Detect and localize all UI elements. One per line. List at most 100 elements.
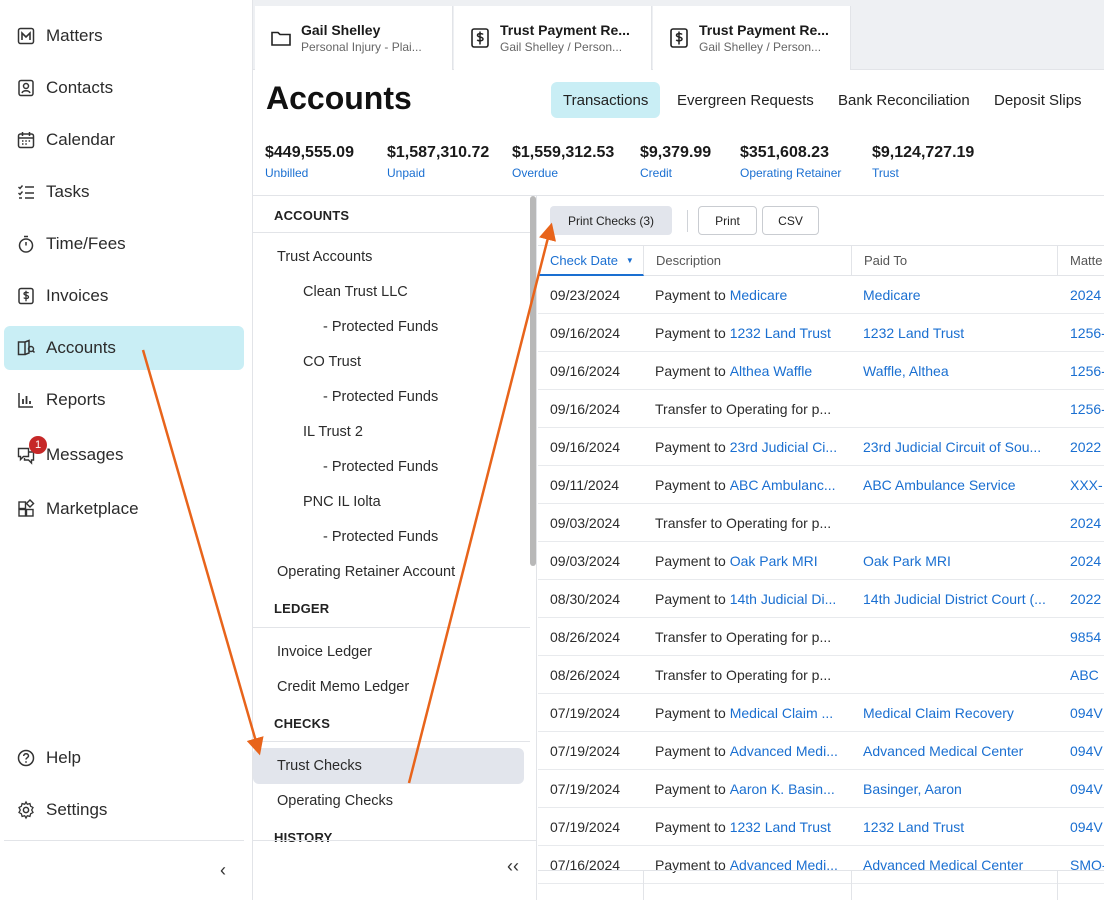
- cell-matter[interactable]: 094V: [1058, 732, 1104, 770]
- payee-link[interactable]: ABC Ambulanc...: [730, 477, 836, 493]
- summary-label[interactable]: Unpaid: [387, 166, 489, 180]
- cell-paid-to[interactable]: 1232 Land Trust: [851, 808, 1057, 846]
- print-checks-button[interactable]: Print Checks (3): [550, 206, 672, 235]
- credit-memo-ledger[interactable]: Credit Memo Ledger: [277, 679, 409, 695]
- column-header-description[interactable]: Description: [644, 245, 852, 276]
- trust-accounts-item[interactable]: Trust Accounts: [277, 249, 372, 265]
- open-tab-2[interactable]: Trust Payment Re... Gail Shelley / Person…: [454, 6, 652, 70]
- summary-credit[interactable]: $9,379.99 Credit: [640, 144, 711, 180]
- cell-matter[interactable]: 094V: [1058, 694, 1104, 732]
- cell-matter[interactable]: 2024: [1058, 276, 1104, 314]
- table-row[interactable]: 09/03/2024 Transfer to Operating for p...…: [538, 504, 1104, 542]
- cell-matter[interactable]: 2024: [1058, 504, 1104, 542]
- summary-overdue[interactable]: $1,559,312.53 Overdue: [512, 144, 614, 180]
- summary-unpaid[interactable]: $1,587,310.72 Unpaid: [387, 144, 489, 180]
- tab-bank-reconciliation[interactable]: Bank Reconciliation: [826, 82, 982, 118]
- collapse-nav-button[interactable]: ‹: [212, 858, 234, 882]
- summary-label[interactable]: Operating Retainer: [740, 166, 841, 180]
- payee-link[interactable]: 23rd Judicial Ci...: [730, 439, 837, 455]
- payee-link[interactable]: Medicare: [730, 287, 788, 303]
- account-protected-funds[interactable]: - Protected Funds: [323, 319, 438, 335]
- cell-matter[interactable]: 2022: [1058, 428, 1104, 466]
- operating-checks[interactable]: Operating Checks: [277, 793, 393, 809]
- column-header-matter[interactable]: Matte: [1058, 245, 1104, 276]
- cell-paid-to[interactable]: ABC Ambulance Service: [851, 466, 1057, 504]
- summary-label[interactable]: Overdue: [512, 166, 614, 180]
- nav-item-accounts[interactable]: Accounts: [4, 326, 244, 370]
- nav-item-matters[interactable]: Matters: [4, 14, 244, 58]
- table-row[interactable]: 08/26/2024 Transfer to Operating for p...…: [538, 618, 1104, 656]
- account-protected-funds[interactable]: - Protected Funds: [323, 389, 438, 405]
- table-row[interactable]: 09/16/2024 Transfer to Operating for p...…: [538, 390, 1104, 428]
- payee-link[interactable]: Aaron K. Basin...: [730, 781, 835, 797]
- table-row[interactable]: 09/11/2024 Payment to ABC Ambulanc... ABC …: [538, 466, 1104, 504]
- nav-item-settings[interactable]: Settings: [4, 788, 244, 832]
- table-row[interactable]: 09/16/2024 Payment to 23rd Judicial Ci...…: [538, 428, 1104, 466]
- tab-evergreen-requests[interactable]: Evergreen Requests: [665, 82, 826, 118]
- nav-item-help[interactable]: Help: [4, 736, 244, 780]
- cell-paid-to[interactable]: 14th Judicial District Court (...: [851, 580, 1057, 618]
- cell-matter[interactable]: 094V: [1058, 770, 1104, 808]
- cell-matter[interactable]: 094V: [1058, 808, 1104, 846]
- open-tab-1[interactable]: Gail Shelley Personal Injury - Plai...: [255, 6, 453, 70]
- cell-matter[interactable]: 2022: [1058, 580, 1104, 618]
- table-row[interactable]: 07/19/2024 Payment to Aaron K. Basin... Ba…: [538, 770, 1104, 808]
- nav-item-tasks[interactable]: Tasks: [4, 170, 244, 214]
- cell-matter[interactable]: XXX-: [1058, 466, 1104, 504]
- print-button[interactable]: Print: [698, 206, 757, 235]
- table-row[interactable]: 08/30/2024 Payment to 14th Judicial Di...…: [538, 580, 1104, 618]
- cell-matter[interactable]: 1256-: [1058, 390, 1104, 428]
- payee-link[interactable]: Oak Park MRI: [730, 553, 818, 569]
- table-row[interactable]: 09/03/2024 Payment to Oak Park MRI Oak Par…: [538, 542, 1104, 580]
- payee-link[interactable]: Althea Waffle: [730, 363, 813, 379]
- payee-link[interactable]: 1232 Land Trust: [730, 325, 831, 341]
- collapse-panel-button[interactable]: ‹‹: [507, 856, 519, 877]
- table-row[interactable]: 07/19/2024 Payment to Advanced Medi... Adv…: [538, 732, 1104, 770]
- table-row[interactable]: 09/16/2024 Payment to 1232 Land Trust 1232…: [538, 314, 1104, 352]
- cell-matter[interactable]: 1256-: [1058, 352, 1104, 390]
- tab-deposit-slips[interactable]: Deposit Slips: [982, 82, 1094, 118]
- account-il-trust-2[interactable]: IL Trust 2: [303, 424, 363, 440]
- payee-link[interactable]: Advanced Medi...: [730, 743, 838, 759]
- csv-button[interactable]: CSV: [762, 206, 819, 235]
- cell-paid-to[interactable]: Advanced Medical Center: [851, 732, 1057, 770]
- cell-paid-to[interactable]: Medical Claim Recovery: [851, 694, 1057, 732]
- cell-paid-to[interactable]: Waffle, Althea: [851, 352, 1057, 390]
- payee-link[interactable]: 14th Judicial Di...: [730, 591, 837, 607]
- cell-matter[interactable]: ABC: [1058, 656, 1104, 694]
- nav-item-contacts[interactable]: Contacts: [4, 66, 244, 110]
- payee-link[interactable]: Medical Claim ...: [730, 705, 833, 721]
- cell-paid-to[interactable]: Medicare: [851, 276, 1057, 314]
- cell-paid-to[interactable]: Basinger, Aaron: [851, 770, 1057, 808]
- sort-desc-icon[interactable]: ▼: [626, 256, 634, 265]
- cell-paid-to[interactable]: Oak Park MRI: [851, 542, 1057, 580]
- cell-matter[interactable]: 9854: [1058, 618, 1104, 656]
- account-pnc-il-iolta[interactable]: PNC IL Iolta: [303, 494, 381, 510]
- table-row[interactable]: 09/16/2024 Payment to Althea Waffle Waffle…: [538, 352, 1104, 390]
- nav-item-time-fees[interactable]: Time/Fees: [4, 222, 244, 266]
- nav-item-marketplace[interactable]: Marketplace: [4, 487, 244, 531]
- invoice-ledger[interactable]: Invoice Ledger: [277, 644, 372, 660]
- open-tab-3[interactable]: Trust Payment Re... Gail Shelley / Person…: [653, 6, 851, 70]
- column-header-check-date[interactable]: Check Date ▼: [538, 245, 644, 276]
- nav-item-calendar[interactable]: Calendar: [4, 118, 244, 162]
- summary-label[interactable]: Unbilled: [265, 166, 354, 180]
- account-clean-trust-llc[interactable]: Clean Trust LLC: [303, 284, 408, 300]
- summary-operating-retainer[interactable]: $351,608.23 Operating Retainer: [740, 144, 841, 180]
- summary-label[interactable]: Credit: [640, 166, 711, 180]
- trust-checks[interactable]: Trust Checks: [277, 758, 362, 774]
- table-row[interactable]: 09/23/2024 Payment to Medicare Medicare 202…: [538, 276, 1104, 314]
- table-row[interactable]: 07/19/2024 Payment to Medical Claim ... Me…: [538, 694, 1104, 732]
- payee-link[interactable]: 1232 Land Trust: [730, 819, 831, 835]
- summary-unbilled[interactable]: $449,555.09 Unbilled: [265, 144, 354, 180]
- table-row[interactable]: 08/26/2024 Transfer to Operating for p...…: [538, 656, 1104, 694]
- panel-scrollbar[interactable]: [530, 196, 536, 566]
- column-header-paid-to[interactable]: Paid To: [852, 245, 1058, 276]
- cell-paid-to[interactable]: 1232 Land Trust: [851, 314, 1057, 352]
- nav-item-messages[interactable]: Messages 1: [4, 433, 244, 477]
- tab-transactions[interactable]: Transactions: [551, 82, 661, 118]
- operating-retainer-account[interactable]: Operating Retainer Account: [277, 564, 455, 580]
- summary-label[interactable]: Trust: [872, 166, 974, 180]
- account-protected-funds[interactable]: - Protected Funds: [323, 459, 438, 475]
- cell-paid-to[interactable]: 23rd Judicial Circuit of Sou...: [851, 428, 1057, 466]
